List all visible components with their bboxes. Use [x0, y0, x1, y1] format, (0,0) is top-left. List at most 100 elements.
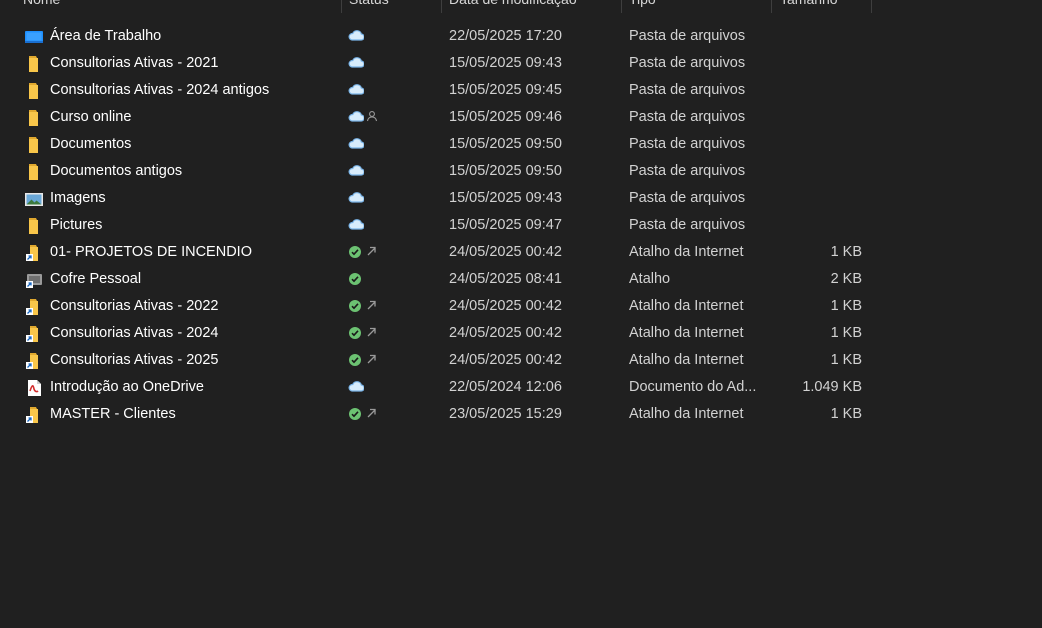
file-name: Área de Trabalho: [50, 28, 162, 44]
shortcut-arrow-icon: [366, 353, 382, 367]
shared-person-icon: [366, 110, 382, 124]
file-name: Pictures: [50, 217, 103, 233]
column-header-date[interactable]: Data de modificação: [449, 0, 577, 13]
file-type: Pasta de arquivos: [629, 190, 746, 206]
file-date: 15/05/2025 09:47: [449, 217, 562, 233]
file-name: Curso online: [50, 109, 132, 125]
internet-shortcut-icon: [25, 352, 43, 370]
pictures-folder-icon: [25, 190, 43, 208]
shortcut-arrow-icon: [366, 326, 382, 340]
file-type: Pasta de arquivos: [629, 109, 746, 125]
file-status: [346, 104, 436, 131]
file-row[interactable]: Consultorias Ativas - 2021 15/05/2025 09:…: [0, 50, 1042, 77]
file-type: Atalho: [629, 271, 671, 287]
file-size: 1 KB: [830, 406, 862, 422]
file-row[interactable]: Área de Trabalho 22/05/2025 17:20 Pasta de…: [0, 23, 1042, 50]
cloud-icon: [348, 191, 364, 205]
column-header-name[interactable]: Nome: [23, 0, 60, 13]
cloud-icon: [348, 137, 364, 151]
file-list: Área de Trabalho 22/05/2025 17:20 Pasta de…: [0, 23, 1042, 428]
column-header-status[interactable]: Status: [349, 0, 389, 13]
file-date: 15/05/2025 09:50: [449, 136, 562, 152]
file-status: [346, 401, 436, 428]
file-type: Atalho da Internet: [629, 406, 744, 422]
file-type: Pasta de arquivos: [629, 217, 746, 233]
file-type: Pasta de arquivos: [629, 28, 746, 44]
desktop-folder-icon: [25, 28, 43, 46]
shortcut-arrow-icon: [366, 407, 382, 421]
column-divider[interactable]: [771, 0, 772, 13]
file-row[interactable]: MASTER - Clientes 23/05/2025 15:29 Atalho …: [0, 401, 1042, 428]
file-row[interactable]: Consultorias Ativas - 2024 antigos 15/05/…: [0, 77, 1042, 104]
file-size: [772, 104, 862, 131]
folder-icon: [25, 82, 43, 100]
folder-icon: [25, 136, 43, 154]
internet-shortcut-icon: [25, 406, 43, 424]
file-row[interactable]: Imagens 15/05/2025 09:43 Pasta de arquivos: [0, 185, 1042, 212]
file-row[interactable]: Documentos 15/05/2025 09:50 Pasta de arqui…: [0, 131, 1042, 158]
file-status: [346, 266, 436, 293]
cloud-icon: [348, 56, 364, 70]
folder-icon: [25, 163, 43, 181]
file-row[interactable]: Consultorias Ativas - 2025 24/05/2025 00:…: [0, 347, 1042, 374]
file-row[interactable]: Curso online 15/05/2025 09:46 Pasta de arq…: [0, 104, 1042, 131]
file-name: Imagens: [50, 190, 106, 206]
file-type: Atalho da Internet: [629, 244, 744, 260]
file-row[interactable]: Documentos antigos 15/05/2025 09:50 Pasta …: [0, 158, 1042, 185]
file-name: 01- PROJETOS DE INCENDIO: [50, 244, 252, 260]
file-status: [346, 293, 436, 320]
folder-icon: [25, 109, 43, 127]
file-row[interactable]: Cofre Pessoal 24/05/2025 08:41 Atalho 2 KB: [0, 266, 1042, 293]
file-status: [346, 374, 436, 401]
file-status: [346, 23, 436, 50]
file-status: [346, 347, 436, 374]
file-size: [772, 50, 862, 77]
column-divider[interactable]: [441, 0, 442, 13]
file-name: MASTER - Clientes: [50, 406, 176, 422]
file-status: [346, 320, 436, 347]
file-name: Documentos antigos: [50, 163, 183, 179]
column-header-size[interactable]: Tamanho: [780, 0, 838, 13]
cloud-icon: [348, 110, 364, 124]
file-size: [772, 212, 862, 239]
file-name: Consultorias Ativas - 2024: [50, 325, 219, 341]
file-size: [772, 158, 862, 185]
file-size: 1 KB: [830, 298, 862, 314]
cloud-icon: [348, 164, 364, 178]
file-row[interactable]: Pictures 15/05/2025 09:47 Pasta de arquivo…: [0, 212, 1042, 239]
file-date: 23/05/2025 15:29: [449, 406, 562, 422]
file-row[interactable]: Consultorias Ativas - 2024 24/05/2025 00:…: [0, 320, 1042, 347]
column-divider[interactable]: [871, 0, 872, 13]
file-status: [346, 131, 436, 158]
file-row[interactable]: 01- PROJETOS DE INCENDIO 24/05/2025 00:42…: [0, 239, 1042, 266]
column-header-type[interactable]: Tipo: [629, 0, 656, 13]
file-size: 2 KB: [830, 271, 862, 287]
file-date: 15/05/2025 09:46: [449, 109, 562, 125]
file-date: 24/05/2025 00:42: [449, 244, 562, 260]
file-type: Atalho da Internet: [629, 352, 744, 368]
synced-check-icon: [348, 407, 364, 421]
folder-icon: [25, 217, 43, 235]
file-name: Consultorias Ativas - 2025: [50, 352, 219, 368]
file-date: 15/05/2025 09:50: [449, 163, 562, 179]
file-date: 24/05/2025 00:42: [449, 298, 562, 314]
file-status: [346, 185, 436, 212]
file-name: Consultorias Ativas - 2022: [50, 298, 219, 314]
cloud-icon: [348, 380, 364, 394]
synced-check-icon: [348, 245, 364, 259]
cloud-icon: [348, 83, 364, 97]
file-type: Atalho da Internet: [629, 298, 744, 314]
column-divider[interactable]: [621, 0, 622, 13]
file-size: [772, 23, 862, 50]
file-row[interactable]: Consultorias Ativas - 2022 24/05/2025 00:…: [0, 293, 1042, 320]
file-type: Documento do Ad...: [629, 379, 757, 395]
file-row[interactable]: Introdução ao OneDrive 22/05/2024 12:06 Do…: [0, 374, 1042, 401]
synced-check-icon: [348, 299, 364, 313]
file-size: 1.049 KB: [802, 379, 862, 395]
file-size: 1 KB: [830, 325, 862, 341]
synced-check-icon: [348, 353, 364, 367]
file-name: Consultorias Ativas - 2024 antigos: [50, 82, 270, 98]
column-divider[interactable]: [341, 0, 342, 13]
file-date: 24/05/2025 08:41: [449, 271, 562, 287]
pdf-icon: [25, 379, 43, 397]
